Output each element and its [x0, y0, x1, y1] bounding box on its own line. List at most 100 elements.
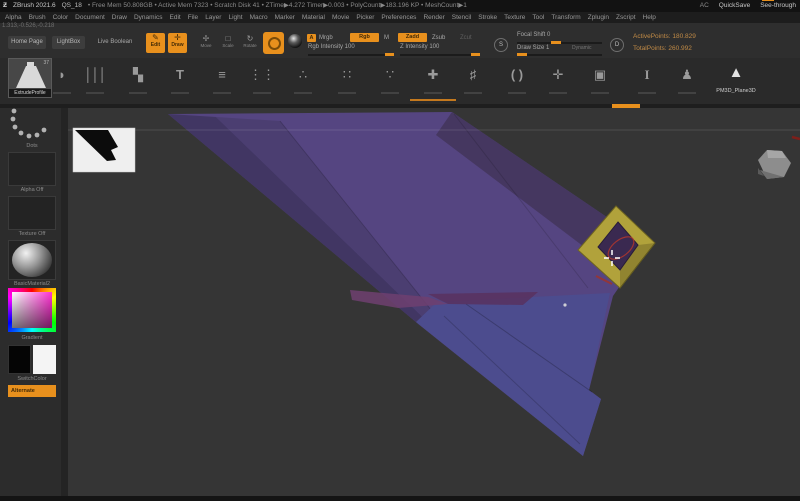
strip-icon-ibeam[interactable]: I — [633, 60, 661, 94]
total-points-readout: TotalPoints: 260.992 — [633, 45, 692, 52]
menu-macro[interactable]: Macro — [250, 12, 268, 23]
current-brush-thumbnail[interactable]: 37 ExtrudeProfile — [8, 58, 52, 98]
draw-size-knob[interactable] — [517, 53, 527, 56]
alternate-button[interactable]: Alternate — [8, 385, 56, 397]
quicksave-button[interactable]: QuickSave — [719, 0, 750, 12]
see-through-slider[interactable]: See-through — [760, 0, 796, 12]
strip-icon-spray-mid[interactable]: ∷ — [333, 60, 361, 94]
strip-icon-hlines[interactable]: ≡ — [208, 60, 236, 94]
focal-shift-slider[interactable] — [517, 42, 602, 44]
stroke-d-badge[interactable]: D — [610, 38, 624, 52]
strip-icon-spray-dense[interactable]: ∵ — [376, 60, 404, 94]
focal-shift-knob[interactable] — [551, 41, 561, 44]
menu-render[interactable]: Render — [423, 12, 444, 23]
strip-icon-vertical-bars[interactable]: │││ — [81, 60, 109, 94]
menu-stroke[interactable]: Stroke — [478, 12, 497, 23]
dynamic-toggle[interactable]: Dynamic — [572, 45, 591, 51]
switchcolor-label: SwitchColor — [0, 376, 64, 382]
strip-icon-dot-column[interactable]: ⋮⋮ — [248, 60, 276, 94]
strip-icon-faders[interactable]: ♯ — [459, 60, 487, 94]
strip-icon-checker[interactable]: ▚ — [124, 60, 152, 94]
texture-slot[interactable] — [8, 196, 56, 230]
rgb-intensity-knob[interactable] — [385, 53, 394, 56]
secondary-color-swatch[interactable] — [33, 345, 56, 374]
z-intensity-slider[interactable] — [400, 54, 480, 56]
menu-transform[interactable]: Transform — [551, 12, 580, 23]
brush-mode-button[interactable] — [263, 32, 284, 54]
ac-indicator: AC — [700, 0, 709, 12]
menu-zplugin[interactable]: Zplugin — [588, 12, 609, 23]
draw-size-slider[interactable] — [517, 54, 602, 56]
strip-icon-parens[interactable]: ( ) — [503, 60, 531, 94]
menu-picker[interactable]: Picker — [356, 12, 374, 23]
menu-material[interactable]: Material — [302, 12, 325, 23]
rotate-button[interactable]: ↻ Rotate — [240, 34, 260, 52]
main-color-swatch[interactable] — [8, 345, 31, 374]
mrgb-button[interactable]: Mrgb — [319, 35, 333, 41]
menu-light[interactable]: Light — [228, 12, 242, 23]
menu-layer[interactable]: Layer — [205, 12, 221, 23]
menu-draw[interactable]: Draw — [112, 12, 127, 23]
mode-a-button[interactable]: A — [307, 34, 316, 42]
color-picker[interactable] — [8, 288, 56, 332]
strip-icon-crescent[interactable]: ◗ — [48, 60, 76, 94]
zcut-button[interactable]: Zcut — [460, 35, 472, 41]
home-page-button[interactable]: Home Page — [8, 36, 46, 49]
zsub-button[interactable]: Zsub — [432, 35, 445, 41]
rgb-button[interactable]: Rgb — [350, 33, 379, 42]
menu-dynamics[interactable]: Dynamics — [134, 12, 163, 23]
strip-icon-frame[interactable]: ▣ — [586, 60, 614, 94]
live-boolean-toggle[interactable]: Live Boolean — [93, 36, 137, 49]
lightbox-button[interactable]: LightBox — [52, 36, 85, 49]
menu-color[interactable]: Color — [53, 12, 69, 23]
strip-icon-mannequin[interactable]: ♟ — [673, 60, 701, 94]
strip-icon-cross[interactable]: ✚ — [419, 60, 447, 94]
stroke-preview[interactable] — [8, 108, 56, 142]
menu-brush[interactable]: Brush — [29, 12, 46, 23]
menu-file[interactable]: File — [188, 12, 198, 23]
record-sliver — [792, 137, 800, 139]
strip-icon-shirt[interactable]: T — [166, 60, 194, 94]
top-shelf: 1.313,-0.526,-0.218 Home Page LightBox L… — [0, 23, 800, 58]
current-tool-label: PM3D_Plane3D — [708, 88, 764, 94]
sculpt-viewport[interactable] — [68, 108, 800, 496]
current-material-orb[interactable] — [288, 34, 302, 48]
stroke-s-badge[interactable]: S — [494, 38, 508, 52]
menu-help[interactable]: Help — [643, 12, 656, 23]
preview-rock-widget[interactable] — [758, 150, 791, 179]
see-through-label: See-through — [760, 2, 796, 9]
menu-tool[interactable]: Tool — [532, 12, 544, 23]
scale-button[interactable]: □ Scale — [218, 34, 238, 52]
menu-document[interactable]: Document — [75, 12, 105, 23]
see-through-knob[interactable] — [762, 0, 774, 1]
menu-stencil[interactable]: Stencil — [452, 12, 472, 23]
zadd-button[interactable]: Zadd — [398, 33, 427, 42]
menu-movie[interactable]: Movie — [332, 12, 349, 23]
color-gradient-area[interactable] — [12, 292, 52, 328]
current-tool-slot[interactable]: ▲ PM3D_Plane3D — [708, 58, 764, 102]
alpha-label: Alpha Off — [0, 187, 64, 193]
menu-alpha[interactable]: Alpha — [5, 12, 22, 23]
menu-zscript[interactable]: Zscript — [616, 12, 636, 23]
rgb-intensity-slider[interactable] — [308, 54, 394, 56]
strip-icon-spray-sparse[interactable]: ∴ — [289, 60, 317, 94]
menu-marker[interactable]: Marker — [275, 12, 295, 23]
material-sphere-icon — [12, 243, 52, 277]
menu-preferences[interactable]: Preferences — [381, 12, 416, 23]
memory-stats: • Free Mem 50.808GB • Active Mem 7323 • … — [88, 0, 467, 12]
menu-texture[interactable]: Texture — [504, 12, 525, 23]
strip-icon-thick-plus[interactable]: ✛ — [544, 60, 572, 94]
alpha-slot[interactable] — [8, 152, 56, 186]
z-intensity-slider-label: Z Intensity 100 — [400, 44, 439, 50]
move-button[interactable]: ✢ Move — [196, 34, 216, 52]
edit-button[interactable]: ✎ Edit — [146, 33, 165, 53]
material-slot[interactable] — [8, 240, 56, 280]
z-intensity-knob[interactable] — [471, 53, 480, 56]
m-button[interactable]: M — [384, 35, 389, 41]
stroke-label: Dots — [0, 143, 64, 149]
menu-edit[interactable]: Edit — [170, 12, 181, 23]
plane-mesh[interactable] — [168, 112, 648, 456]
draw-button[interactable]: ✛ Draw — [168, 33, 187, 53]
scale-label: Scale — [218, 43, 238, 48]
app-version: ZBrush 2021.6 — [13, 0, 56, 12]
